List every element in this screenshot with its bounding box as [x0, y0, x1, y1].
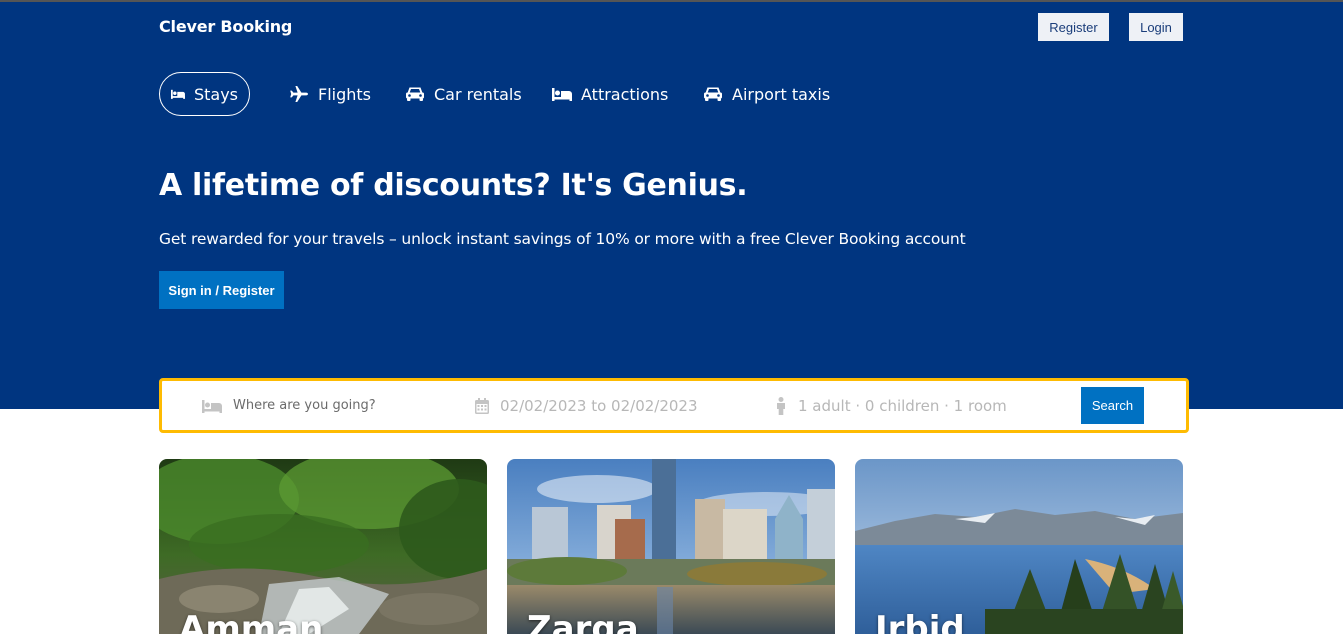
plane-icon — [290, 86, 308, 102]
nav-tab-label: Airport taxis — [732, 84, 831, 104]
destination-name: Zarqa — [527, 609, 639, 634]
destination-photo — [159, 459, 487, 634]
destination-photo — [507, 459, 835, 634]
register-button[interactable]: Register — [1038, 13, 1109, 41]
destination-card-irbid[interactable]: Irbid — [855, 459, 1183, 634]
brand-logo[interactable]: Clever Booking — [159, 17, 292, 36]
search-button[interactable]: Search — [1081, 387, 1144, 424]
destination-field[interactable] — [202, 381, 433, 430]
nav-tab-label: Attractions — [581, 84, 669, 104]
bed-icon — [171, 89, 185, 99]
person-icon — [777, 396, 785, 415]
date-range-value: 02/02/2023 to 02/02/2023 — [500, 396, 698, 415]
destination-input[interactable] — [233, 398, 433, 413]
nav-tab-car-rentals[interactable]: Car rentals — [405, 72, 522, 116]
login-button[interactable]: Login — [1129, 13, 1183, 41]
bed-icon — [552, 88, 572, 101]
nav-tab-flights[interactable]: Flights — [289, 72, 371, 116]
destination-card-amman[interactable]: Amman — [159, 459, 487, 634]
calendar-icon — [475, 397, 489, 414]
nav-tab-label: Flights — [318, 84, 371, 104]
hero-subline: Get rewarded for your travels – unlock i… — [159, 230, 966, 248]
nav-tab-attractions[interactable]: Attractions — [552, 72, 668, 116]
bed-icon — [202, 399, 222, 413]
guests-field[interactable]: 1 adult · 0 children · 1 room — [775, 381, 1007, 430]
nav-tab-label: Stays — [193, 84, 238, 104]
search-bar: 02/02/2023 to 02/02/2023 1 adult · 0 chi… — [159, 378, 1189, 433]
nav-tab-airport-taxis[interactable]: Airport taxis — [703, 72, 830, 116]
destination-name: Irbid — [875, 609, 965, 634]
destination-card-zarqa[interactable]: Zarqa — [507, 459, 835, 634]
nav-tab-label: Car rentals — [434, 84, 522, 104]
date-range-field[interactable]: 02/02/2023 to 02/02/2023 — [475, 381, 698, 430]
hero-banner: Clever Booking Register Login Stays Flig… — [0, 2, 1343, 409]
nav-tab-stays[interactable]: Stays — [159, 72, 250, 116]
destination-name: Amman — [179, 609, 324, 634]
car-icon — [704, 87, 722, 101]
car-icon — [406, 87, 424, 101]
destination-photo — [855, 459, 1183, 634]
guests-value: 1 adult · 0 children · 1 room — [798, 396, 1007, 415]
sign-in-register-button[interactable]: Sign in / Register — [159, 271, 284, 309]
hero-headline: A lifetime of discounts? It's Genius. — [159, 168, 748, 203]
